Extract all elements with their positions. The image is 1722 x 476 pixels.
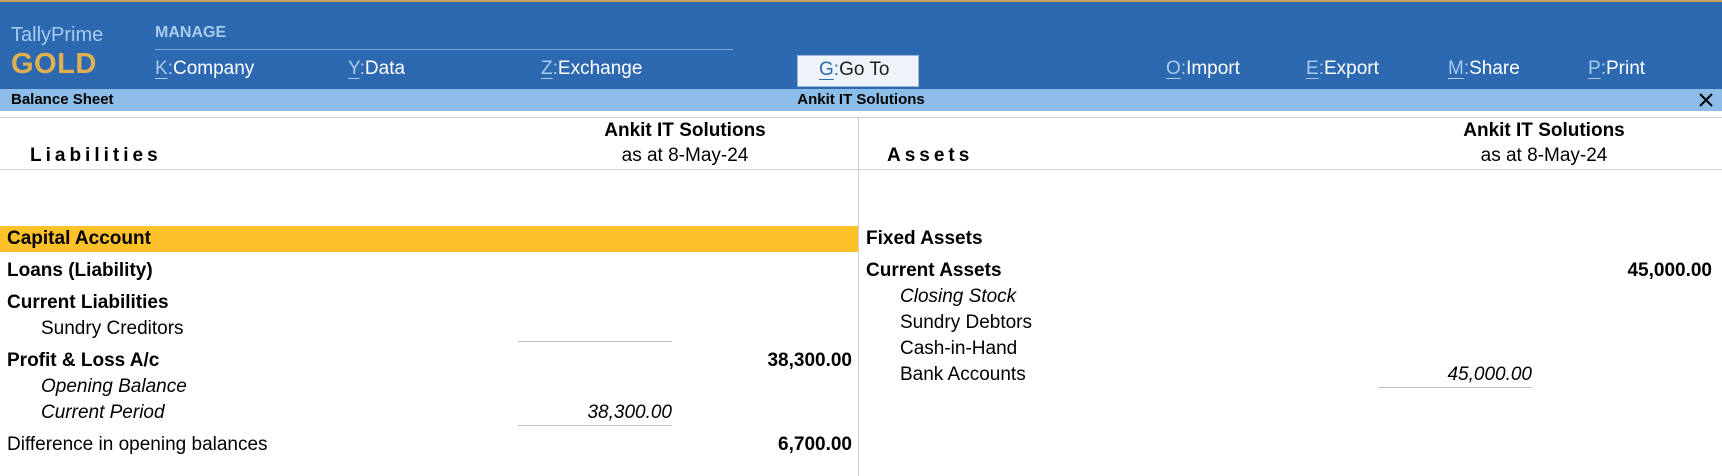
assets-as-at: as at 8-May-24 (1480, 145, 1608, 166)
titlebar-company: Ankit IT Solutions (797, 91, 925, 108)
menu-key: G (819, 59, 834, 80)
column-divider (858, 117, 859, 476)
menu-key: E (1306, 58, 1319, 79)
brand-name: TallyPrime (11, 24, 104, 46)
liability-opening-balance[interactable]: Opening Balance (41, 376, 187, 398)
menu-key: P (1588, 58, 1601, 79)
menu-label: Export (1323, 58, 1379, 79)
difference-amount: 6,700.00 (778, 434, 852, 455)
current-period-rule (518, 425, 672, 426)
menu-key: O (1166, 58, 1181, 79)
profit-loss-amount: 38,300.00 (767, 350, 852, 371)
asset-closing-stock[interactable]: Closing Stock (900, 286, 1016, 308)
close-icon[interactable] (1696, 90, 1716, 110)
menu-goto: G:Go To (819, 59, 890, 80)
menu-label: Import (1186, 58, 1240, 79)
asset-sundry-debtors[interactable]: Sundry Debtors (900, 312, 1032, 334)
bank-accounts-rule (1378, 387, 1532, 388)
asset-current-assets[interactable]: Current Assets (866, 260, 1002, 282)
bank-accounts-amount: 45,000.00 (1447, 364, 1532, 385)
report-title-bar: Ankit IT Solutions Balance Sheet (0, 89, 1722, 111)
menu-key: Y (348, 58, 360, 79)
asset-cash-in-hand[interactable]: Cash-in-Hand (900, 338, 1017, 360)
menu-data[interactable]: Y:Data (348, 58, 405, 80)
menu-label: Data (364, 58, 406, 79)
top-menu-bar: TallyPrime GOLD MANAGE K:Company Y:Data … (0, 0, 1722, 89)
liabilities-company: Ankit IT Solutions (604, 120, 766, 141)
menu-key: M (1448, 58, 1464, 79)
asset-fixed-assets[interactable]: Fixed Assets (866, 228, 983, 250)
menu-company[interactable]: K:Company (155, 58, 254, 80)
asset-bank-accounts[interactable]: Bank Accounts (900, 364, 1026, 386)
header-bottom-rule (0, 169, 1722, 170)
brand-edition: GOLD (11, 48, 97, 80)
liabilities-as-at: as at 8-May-24 (621, 145, 749, 166)
menu-label: Exchange (557, 58, 643, 79)
liability-sundry-creditors[interactable]: Sundry Creditors (41, 318, 184, 340)
menu-exchange[interactable]: Z:Exchange (541, 58, 642, 80)
menu-key: K (155, 58, 168, 79)
liability-current-period[interactable]: Current Period (41, 402, 165, 424)
menu-label: Company (172, 58, 255, 79)
assets-heading: Assets (887, 145, 974, 166)
liability-difference-opening[interactable]: Difference in opening balances (7, 434, 268, 456)
manage-label: MANAGE (155, 24, 227, 41)
assets-company: Ankit IT Solutions (1463, 120, 1625, 141)
current-assets-amount: 45,000.00 (1627, 260, 1712, 281)
menu-label: Share (1469, 58, 1520, 79)
liability-capital-account[interactable]: Capital Account (7, 228, 151, 250)
sundry-creditors-rule (518, 341, 672, 342)
menu-goto-button[interactable]: G:Go To (797, 55, 919, 87)
liability-loans[interactable]: Loans (Liability) (7, 260, 153, 282)
liability-profit-loss[interactable]: Profit & Loss A/c (7, 350, 159, 372)
menu-import[interactable]: O:Import (1166, 58, 1240, 80)
menu-print[interactable]: P:Print (1588, 58, 1645, 80)
report-title: Balance Sheet (11, 91, 114, 108)
menu-share[interactable]: M:Share (1448, 58, 1520, 80)
current-period-amount: 38,300.00 (587, 402, 672, 423)
menu-key: Z (541, 58, 553, 79)
header-top-rule (0, 117, 1722, 118)
menu-label: Go To (839, 59, 890, 80)
liability-current-liabilities[interactable]: Current Liabilities (7, 292, 169, 314)
manage-divider (155, 49, 733, 50)
menu-export[interactable]: E:Export (1306, 58, 1379, 80)
menu-label: Print (1605, 58, 1646, 79)
liabilities-heading: Liabilities (30, 145, 162, 166)
